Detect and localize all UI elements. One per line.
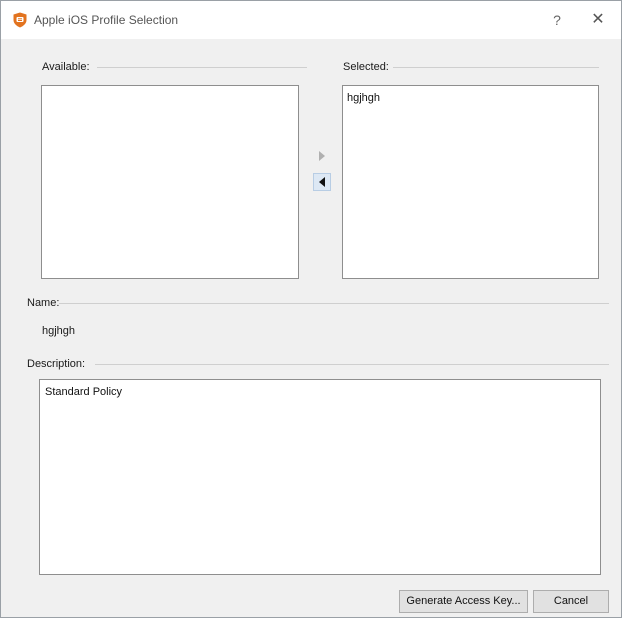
name-separator [59,303,609,304]
move-left-button[interactable] [313,173,331,191]
available-separator [97,67,307,68]
description-separator [95,364,609,365]
selected-listbox[interactable]: hgjhgh [342,85,599,279]
selected-separator [393,67,599,68]
name-value: hgjhgh [42,325,76,337]
move-right-button[interactable] [313,147,331,165]
selected-list-item[interactable]: hgjhgh [347,92,380,104]
profile-selection-dialog: Apple iOS Profile Selection ? ✕ Availabl… [0,0,622,618]
available-listbox[interactable] [41,85,299,279]
app-shield-icon [13,12,27,28]
triangle-left-icon [319,177,325,187]
help-button[interactable]: ? [547,10,567,30]
description-label: Description: [27,358,88,370]
window-title: Apple iOS Profile Selection [34,13,179,27]
selected-label: Selected: [343,61,391,73]
available-label: Available: [42,61,92,73]
name-label: Name: [27,297,62,309]
description-textarea[interactable]: Standard Policy [39,379,601,575]
triangle-right-icon [319,151,325,161]
cancel-button[interactable]: Cancel [533,590,609,613]
generate-access-key-button[interactable]: Generate Access Key... [399,590,528,613]
title-bar: Apple iOS Profile Selection ? ✕ [1,1,621,39]
close-button[interactable]: ✕ [587,9,609,31]
